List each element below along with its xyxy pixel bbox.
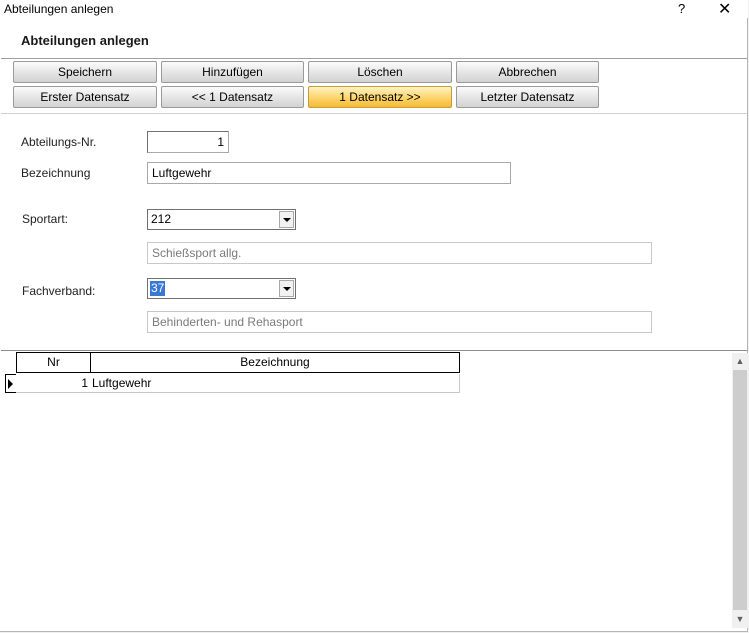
toolbar-divider	[1, 113, 747, 114]
sport-combobox[interactable]: 212	[147, 209, 296, 230]
vertical-scrollbar[interactable]: ▲ ▼	[732, 353, 748, 628]
sport-label: Sportart:	[22, 212, 69, 226]
save-button[interactable]: Speichern	[13, 61, 157, 83]
close-icon[interactable]: ✕	[718, 0, 731, 19]
scroll-up-icon[interactable]: ▲	[732, 353, 748, 369]
chevron-down-icon[interactable]	[279, 211, 294, 228]
sport-value: 212	[151, 212, 172, 226]
last-record-button[interactable]: Letzter Datensatz	[456, 86, 599, 108]
scrollbar-thumb[interactable]	[733, 370, 747, 610]
designation-label: Bezeichnung	[21, 166, 91, 180]
association-combobox[interactable]: 37	[147, 278, 296, 299]
page-title: Abteilungen anlegen	[21, 33, 149, 48]
header-divider	[1, 58, 747, 59]
scroll-down-icon[interactable]: ▼	[732, 611, 748, 627]
column-header-designation[interactable]: Bezeichnung	[90, 352, 460, 373]
chevron-down-icon[interactable]	[279, 280, 294, 297]
delete-button[interactable]: Löschen	[308, 61, 452, 83]
table-cell-designation[interactable]: Luftgewehr	[90, 374, 460, 393]
first-record-button[interactable]: Erster Datensatz	[13, 86, 157, 108]
previous-record-button[interactable]: << 1 Datensatz	[161, 86, 304, 108]
next-record-button[interactable]: 1 Datensatz >>	[308, 86, 452, 108]
title-bar: Abteilungen anlegen ? ✕	[0, 0, 748, 18]
association-label: Fachverband:	[22, 284, 96, 298]
association-value: 37	[150, 281, 166, 296]
table-cell-nr[interactable]: 1	[16, 374, 91, 393]
designation-field[interactable]: Luftgewehr	[147, 162, 511, 184]
department-number-label: Abteilungs-Nr.	[21, 135, 97, 149]
cancel-button[interactable]: Abbrechen	[456, 61, 599, 83]
column-header-nr[interactable]: Nr	[16, 352, 91, 373]
association-description-field: Behinderten- und Rehasport	[147, 311, 652, 333]
department-number-field[interactable]: 1	[147, 131, 229, 153]
sport-description-field: Schießsport allg.	[147, 242, 652, 264]
window-title: Abteilungen anlegen	[4, 2, 114, 16]
dialog-window: Abteilungen anlegen ? ✕ Abteilungen anle…	[0, 0, 748, 632]
add-button[interactable]: Hinzufügen	[161, 61, 304, 83]
data-grid[interactable]: Nr Bezeichnung 1 Luftgewehr ▲ ▼	[1, 350, 748, 631]
help-icon[interactable]: ?	[678, 1, 685, 16]
